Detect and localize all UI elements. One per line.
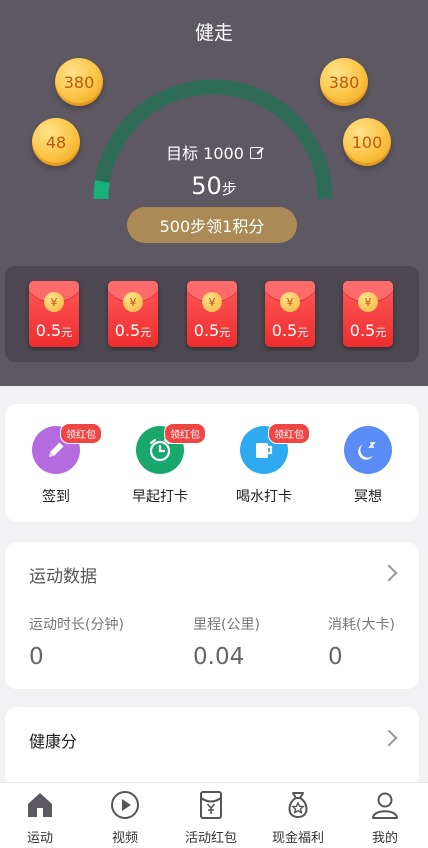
yuan-coin-icon: ¥ xyxy=(358,292,378,312)
task-early-rise[interactable]: 领红包 早起打卡 xyxy=(115,423,206,506)
goal-row[interactable]: 目标 1000 xyxy=(0,140,428,164)
stat-label: 里程(公里) xyxy=(193,617,260,633)
task-icon-circle: 领红包 xyxy=(240,423,310,474)
health-score-card[interactable]: 健康分 xyxy=(5,707,419,787)
tab-exercise[interactable]: 运动 xyxy=(0,789,80,846)
task-badge: 领红包 xyxy=(60,423,102,444)
task-icon-circle: 领红包 xyxy=(136,423,206,474)
stat-value: 0.04 xyxy=(193,644,245,670)
red-envelope[interactable]: ¥ 0.5元 xyxy=(265,281,315,347)
section-title: 健康分 xyxy=(29,732,78,751)
claim-points-button[interactable]: 500步领1积分 xyxy=(127,207,297,243)
step-count-unit: 步 xyxy=(221,180,237,198)
task-badge: 领红包 xyxy=(164,423,206,444)
stat-calories: 消耗(大卡) 0 xyxy=(328,614,395,670)
red-envelope[interactable]: ¥ 0.5元 xyxy=(343,281,393,347)
stat-value: 0 xyxy=(328,644,343,670)
tab-label: 现金福利 xyxy=(271,831,324,846)
yuan-coin-icon: ¥ xyxy=(202,292,222,312)
stat-distance: 里程(公里) 0.04 xyxy=(193,614,260,670)
tab-label: 活动红包 xyxy=(184,831,237,846)
task-drink-water[interactable]: 领红包 喝水打卡 xyxy=(219,423,310,506)
task-meditate[interactable]: 冥想 xyxy=(323,426,413,506)
envelope-amount: 0.5元 xyxy=(114,321,152,340)
yuan-coin-icon: ¥ xyxy=(44,292,64,312)
daily-tasks-card: 领红包 签到 领红包 早起打卡 领红包 喝水打卡 冥想 xyxy=(5,404,419,522)
goal-label: 目标 1000 xyxy=(166,144,244,163)
bottom-tab-bar: 运动 视频 活动红包 现金福利 我的 xyxy=(0,782,428,848)
exercise-data-card[interactable]: 运动数据 运动时长(分钟) 0 里程(公里) 0.04 消耗(大卡) 0 xyxy=(5,542,419,689)
tab-label: 视频 xyxy=(111,831,138,846)
task-icon-circle xyxy=(344,426,392,474)
red-envelope-icon xyxy=(200,791,222,819)
section-title: 运动数据 xyxy=(29,567,97,587)
tab-mine[interactable]: 我的 xyxy=(345,789,425,846)
envelope-amount: 0.5元 xyxy=(271,321,309,340)
tab-label: 我的 xyxy=(371,831,398,846)
tab-cash-welfare[interactable]: 现金福利 xyxy=(258,789,338,846)
hero-panel: 健走 380 48 380 100 目标 1000 50步 500步领1积分 ¥… xyxy=(0,0,428,386)
stat-value: 0 xyxy=(29,644,44,670)
tab-label: 运动 xyxy=(26,831,53,846)
money-bag-icon xyxy=(288,792,308,819)
step-count: 50步 xyxy=(0,172,428,200)
play-icon xyxy=(111,791,139,819)
task-label: 冥想 xyxy=(354,489,382,505)
tab-activity-envelope[interactable]: 活动红包 xyxy=(171,789,251,846)
envelope-amount: 0.5元 xyxy=(193,321,231,340)
task-icon-circle: 领红包 xyxy=(32,423,102,474)
chevron-right-icon[interactable] xyxy=(380,564,398,582)
envelope-amount: 0.5元 xyxy=(35,321,73,340)
task-sign-in[interactable]: 领红包 签到 xyxy=(11,423,102,506)
edit-icon[interactable] xyxy=(249,147,262,159)
task-label: 喝水打卡 xyxy=(236,489,292,505)
step-count-value: 50 xyxy=(191,172,222,200)
envelope-amount: 0.5元 xyxy=(349,321,387,340)
task-badge: 领红包 xyxy=(268,423,310,444)
red-envelope-row: ¥ 0.5元 ¥ 0.5元 ¥ 0.5元 ¥ 0.5元 ¥ 0.5元 xyxy=(5,266,419,362)
task-label: 签到 xyxy=(42,489,70,505)
red-envelope[interactable]: ¥ 0.5元 xyxy=(29,281,79,347)
yuan-coin-icon: ¥ xyxy=(123,292,143,312)
moon-icon xyxy=(358,442,376,460)
user-icon xyxy=(372,792,398,819)
home-icon xyxy=(28,793,52,817)
stat-label: 运动时长(分钟) xyxy=(29,617,124,633)
yuan-coin-icon: ¥ xyxy=(280,292,300,312)
task-label: 早起打卡 xyxy=(132,489,188,505)
red-envelope[interactable]: ¥ 0.5元 xyxy=(187,281,237,347)
chevron-right-icon[interactable] xyxy=(380,729,398,747)
stat-duration: 运动时长(分钟) 0 xyxy=(29,614,124,670)
red-envelope[interactable]: ¥ 0.5元 xyxy=(108,281,158,347)
stat-label: 消耗(大卡) xyxy=(328,617,395,633)
tab-video[interactable]: 视频 xyxy=(85,789,165,846)
